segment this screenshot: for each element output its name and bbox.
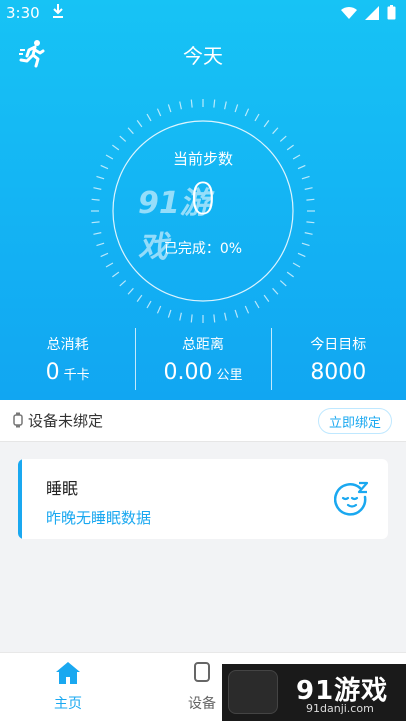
stat-label: 总消耗	[46, 337, 89, 353]
ring-tick	[136, 294, 143, 302]
ring-tick	[224, 312, 227, 321]
ring-tick	[272, 127, 279, 135]
sleep-title: 睡眠	[46, 479, 79, 498]
stat-value: 8000	[271, 360, 406, 385]
stat-label: 总距离	[181, 337, 224, 353]
watermark-banner: 91游戏 91danji.com	[222, 664, 406, 721]
ring-tick	[146, 300, 152, 309]
ring-tick	[179, 312, 182, 321]
ring-tick	[167, 309, 172, 318]
watermark-badge-icon	[228, 670, 278, 714]
stat-unit: 公里	[216, 368, 243, 383]
wifi-icon	[341, 6, 357, 19]
ring-tick	[136, 120, 143, 128]
ring-tick	[190, 314, 193, 323]
ring-tick	[146, 113, 152, 122]
ring-tick	[213, 314, 216, 323]
ring-tick	[127, 127, 134, 135]
stat-distance: 总距离 0.00 公里	[135, 326, 270, 392]
ring-tick	[279, 135, 287, 142]
ring-tick	[105, 262, 114, 268]
stat-calories: 总消耗 0 千卡	[0, 326, 135, 392]
ring-tick	[234, 309, 239, 318]
ring-tick	[119, 135, 127, 142]
stat-label: 今日目标	[310, 337, 367, 353]
ring-tick	[263, 294, 270, 302]
home-icon	[56, 662, 80, 684]
ring-tick	[213, 99, 216, 108]
ring-tick	[272, 287, 279, 295]
nav-home[interactable]: 主页	[18, 661, 118, 713]
steps-title: 当前步数	[172, 150, 233, 168]
nav-home-label: 主页	[54, 696, 82, 712]
sleep-card[interactable]: 睡眠 昨晚无睡眠数据	[18, 459, 388, 539]
stat-number: 0.00	[163, 360, 213, 385]
ring-tick	[292, 262, 301, 268]
stats-row: 总消耗 0 千卡 总距离 0.00 公里 今日目标 8000	[0, 326, 406, 392]
ring-tick	[93, 232, 102, 235]
stat-value: 0.00 公里	[135, 360, 270, 385]
stat-unit: 千卡	[63, 368, 90, 383]
sleep-card-accent	[18, 459, 22, 539]
hero-panel: 3:30 今天 当前步数 0 已完成：0% 91游戏 总消耗 0千卡 总距离	[0, 0, 406, 400]
status-icons	[341, 5, 396, 20]
watermark-url: 91danji.com	[306, 702, 374, 715]
signal-icon	[365, 5, 379, 20]
sleep-subtitle: 昨晚无睡眠数据	[46, 509, 152, 527]
ring-tick	[254, 113, 260, 122]
center-watermark-logo: 91游戏	[138, 186, 210, 265]
ring-tick	[244, 108, 250, 117]
ring-tick	[179, 101, 182, 110]
ring-tick	[156, 305, 162, 314]
stat-value: 0 千卡	[0, 360, 135, 385]
download-arrow-icon	[52, 3, 64, 23]
page-title: 今天	[183, 44, 223, 68]
device-icon	[194, 662, 210, 682]
ring-tick	[190, 99, 193, 108]
device-status-text: 设备未绑定	[28, 412, 104, 430]
sleep-face-icon	[334, 481, 369, 516]
ring-tick	[119, 280, 127, 287]
device-status-bar: 设备未绑定 立即绑定	[0, 400, 406, 442]
battery-icon	[387, 5, 396, 20]
ring-tick	[244, 305, 250, 314]
ring-tick	[254, 300, 260, 309]
stat-number: 8000	[310, 360, 367, 385]
stat-goal[interactable]: 今日目标 8000	[270, 326, 406, 392]
bind-now-button[interactable]: 立即绑定	[317, 408, 392, 434]
watch-icon	[13, 412, 23, 428]
stat-number: 0	[45, 360, 60, 385]
ring-tick	[263, 120, 270, 128]
status-bar: 3:30	[0, 0, 406, 28]
ring-tick	[112, 271, 120, 278]
status-time: 3:30	[6, 4, 40, 22]
ring-tick	[167, 104, 172, 113]
ring-tick	[286, 271, 294, 278]
ring-tick	[304, 232, 313, 235]
ring-tick	[127, 287, 134, 295]
ring-tick	[156, 108, 162, 117]
ring-tick	[279, 280, 287, 287]
ring-tick	[234, 104, 239, 113]
ring-tick	[224, 101, 227, 110]
